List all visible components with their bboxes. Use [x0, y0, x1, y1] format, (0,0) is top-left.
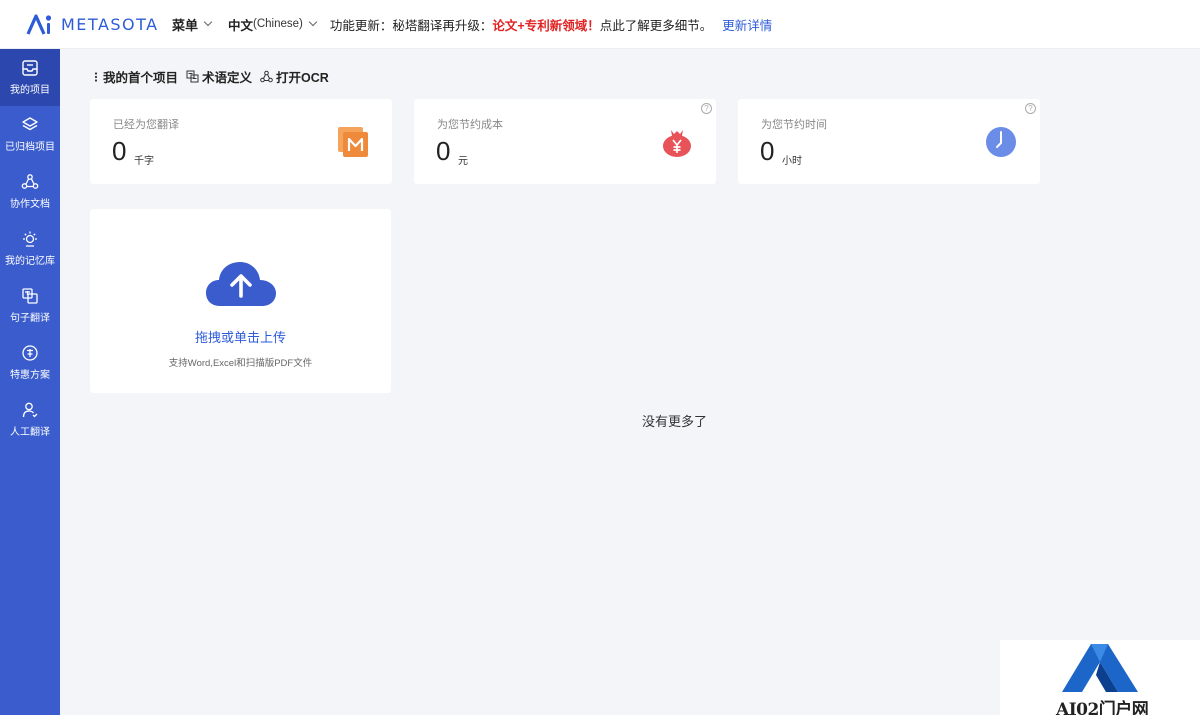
menu-dropdown[interactable]: 菜单 [172, 15, 213, 34]
brand-logo[interactable]: METASOTA [26, 13, 166, 35]
stat-unit: 元 [458, 156, 468, 167]
project-toolbar: 我的首个项目 术语定义 打开OCR [92, 67, 337, 86]
menu-label: 菜单 [172, 17, 199, 33]
bulb-icon [21, 230, 39, 248]
sidebar-item-label: 我的项目 [10, 85, 50, 96]
stat-card-cost: ? 为您节约成本 0 元 [414, 99, 716, 184]
stat-title: 已经为您翻译 [113, 119, 179, 131]
translate-icon [21, 287, 39, 305]
language-dropdown[interactable]: 中文 (Chinese) [228, 15, 318, 34]
ocr-icon [260, 70, 273, 83]
cloud-upload-icon [206, 262, 276, 306]
terms-label: 术语定义 [202, 71, 253, 85]
stat-title: 为您节约成本 [437, 119, 503, 131]
update-details-link[interactable]: 更新详情 [722, 15, 772, 34]
upload-dropzone[interactable]: 拖拽或单击上传 支持Word,Excel和扫描版PDF文件 [90, 209, 391, 393]
sidebar-item-label: 句子翻译 [10, 313, 50, 324]
sidebar-item-human-translate[interactable]: 人工翻译 [0, 391, 60, 448]
notice-prefix: 功能更新：秘塔翻译再升级： [329, 18, 493, 33]
clock-icon [986, 127, 1016, 157]
help-icon[interactable]: ? [701, 103, 712, 114]
chevron-down-icon [308, 17, 318, 27]
layers-icon [21, 116, 39, 134]
top-bar: METASOTA 菜单 中文 (Chinese) 功能更新：秘塔翻译再升级： 论文… [0, 0, 1200, 49]
brand-name: METASOTA [61, 14, 159, 34]
m-badge-icon [338, 127, 368, 157]
more-vertical-icon [92, 71, 100, 83]
sidebar: 我的项目 已归档项目 协作文档 我的记忆库 句子翻译 特惠方案 人工翻译 [0, 49, 60, 715]
stat-value: 0 [436, 136, 451, 166]
watermark-text: AI02门户网 [1056, 700, 1149, 715]
sidebar-item-archived[interactable]: 已归档项目 [0, 106, 60, 163]
stat-value: 0 [112, 136, 127, 166]
sidebar-item-memory[interactable]: 我的记忆库 [0, 220, 60, 277]
stat-card-time: ? 为您节约时间 0 小时 [738, 99, 1040, 184]
stat-title: 为您节约时间 [761, 119, 827, 131]
project-label: 我的首个项目 [103, 71, 179, 85]
language-sub-label: (Chinese) [253, 18, 303, 30]
money-bag-icon [663, 130, 691, 157]
language-label: 中文 [228, 18, 254, 33]
sidebar-item-my-projects[interactable]: 我的项目 [0, 49, 60, 106]
notice-highlight: 论文+专利新领域！ [492, 18, 600, 33]
inbox-icon [21, 59, 39, 77]
help-icon[interactable]: ? [1025, 103, 1036, 114]
sidebar-item-label: 我的记忆库 [5, 256, 55, 267]
sidebar-item-collab-docs[interactable]: 协作文档 [0, 163, 60, 220]
person-icon [21, 401, 39, 419]
stat-unit: 小时 [782, 156, 802, 167]
stat-value: 0 [760, 136, 775, 166]
ocr-label: 打开OCR [276, 71, 329, 85]
collaborate-icon [21, 173, 39, 191]
project-selector[interactable]: 我的首个项目 [92, 67, 178, 86]
stat-card-translated: 已经为您翻译 0 千字 [90, 99, 392, 184]
glossary-icon [186, 70, 199, 83]
chevron-down-icon [203, 17, 213, 27]
no-more-text: 没有更多了 [642, 414, 708, 429]
sidebar-item-sentence-translate[interactable]: 句子翻译 [0, 277, 60, 334]
discount-icon [21, 344, 39, 362]
upload-label: 拖拽或单击上传 [194, 330, 286, 345]
metasota-logo-icon [26, 14, 52, 35]
ocr-button[interactable]: 打开OCR [260, 67, 329, 86]
watermark-logo [1062, 644, 1138, 692]
notice-suffix: 点此了解更多细节。 [599, 18, 713, 33]
sidebar-item-label: 人工翻译 [10, 427, 50, 438]
upload-hint: 支持Word,Excel和扫描版PDF文件 [168, 358, 313, 369]
update-notice: 功能更新：秘塔翻译再升级： 论文+专利新领域！ 点此了解更多细节。 更新详情 [330, 15, 772, 34]
sidebar-item-label: 已归档项目 [5, 142, 55, 153]
watermark: AI02门户网 [1000, 640, 1200, 715]
terms-button[interactable]: 术语定义 [186, 67, 252, 86]
stat-unit: 千字 [134, 156, 154, 167]
sidebar-item-label: 特惠方案 [10, 370, 50, 381]
sidebar-item-discount[interactable]: 特惠方案 [0, 334, 60, 391]
sidebar-item-label: 协作文档 [10, 199, 50, 210]
